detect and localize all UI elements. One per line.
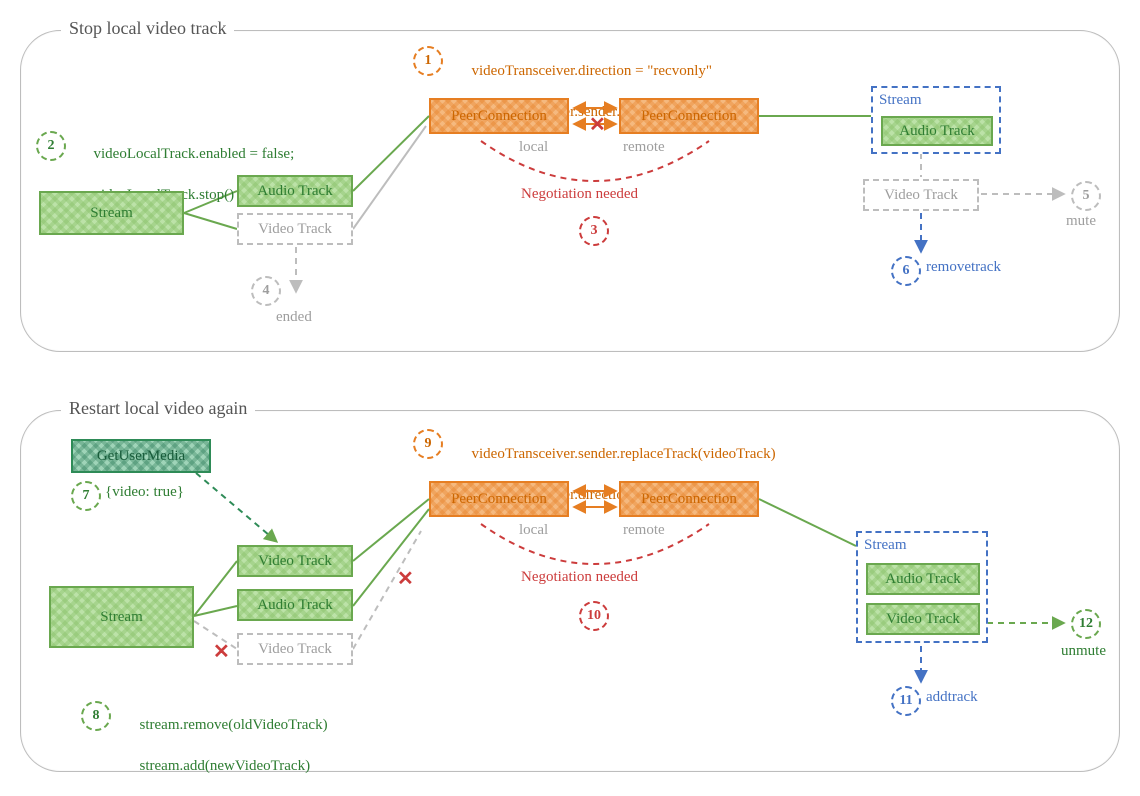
peer-connection-local: PeerConnection bbox=[429, 98, 569, 134]
step-12-label: unmute bbox=[1061, 643, 1106, 660]
pc-remote-sub-2: remote bbox=[623, 522, 665, 539]
step-6-label: removetrack bbox=[926, 259, 1001, 276]
step-5-badge: 5 bbox=[1071, 181, 1101, 211]
stream-left-2: Stream bbox=[49, 586, 194, 648]
x-remove-old: ✕ bbox=[213, 639, 230, 664]
pc-local-sub-2: local bbox=[519, 522, 548, 539]
x-old-pc-link: ✕ bbox=[397, 566, 414, 591]
step-10-badge: 10 bbox=[579, 601, 609, 631]
step-1-badge: 1 bbox=[413, 46, 443, 76]
step-6-badge: 6 bbox=[891, 256, 921, 286]
step-12-badge: 12 bbox=[1071, 609, 1101, 639]
remote-stream-label: Stream bbox=[879, 92, 922, 109]
video-track-new: Video Track bbox=[237, 545, 353, 577]
step-11-badge: 11 bbox=[891, 686, 921, 716]
peer-connection-remote-2: PeerConnection bbox=[619, 481, 759, 517]
step-7-badge: 7 bbox=[71, 481, 101, 511]
peer-connection-local-2: PeerConnection bbox=[429, 481, 569, 517]
panel-restart: Restart local video again GetUserMedia 7… bbox=[20, 410, 1120, 772]
remote-video-2: Video Track bbox=[866, 603, 980, 635]
step-3-badge: 3 bbox=[579, 216, 609, 246]
audio-track-left: Audio Track bbox=[237, 175, 353, 207]
get-user-media: GetUserMedia bbox=[71, 439, 211, 473]
step-4-label: ended bbox=[276, 309, 312, 326]
step-2-badge: 2 bbox=[36, 131, 66, 161]
remote-stream-box: Stream Audio Track bbox=[871, 86, 1001, 154]
step-9-badge: 9 bbox=[413, 429, 443, 459]
peer-connection-remote: PeerConnection bbox=[619, 98, 759, 134]
remote-video-track-gray: Video Track bbox=[863, 179, 979, 211]
panel-stop-title: Stop local video track bbox=[61, 18, 234, 39]
stream-left: Stream bbox=[39, 191, 184, 235]
step-7-label: {video: true} bbox=[105, 484, 184, 501]
x-icon: ✕ bbox=[589, 112, 606, 137]
panel-restart-title: Restart local video again bbox=[61, 398, 255, 419]
step-11-label: addtrack bbox=[926, 689, 978, 706]
negotiation-label: Negotiation needed bbox=[521, 186, 638, 203]
video-track-old: Video Track bbox=[237, 633, 353, 665]
audio-track-left-2: Audio Track bbox=[237, 589, 353, 621]
step-4-badge: 4 bbox=[251, 276, 281, 306]
panel-stop: Stop local video track 1 videoTransceive… bbox=[20, 30, 1120, 352]
remote-stream-label-2: Stream bbox=[864, 537, 907, 554]
remote-audio-2: Audio Track bbox=[866, 563, 980, 595]
video-track-left-gray: Video Track bbox=[237, 213, 353, 245]
remote-audio-track: Audio Track bbox=[881, 116, 993, 146]
pc-remote-sub: remote bbox=[623, 139, 665, 156]
step-8-badge: 8 bbox=[81, 701, 111, 731]
remote-stream-box-2: Stream Audio Track Video Track bbox=[856, 531, 988, 643]
pc-local-sub: local bbox=[519, 139, 548, 156]
negotiation-label-2: Negotiation needed bbox=[521, 569, 638, 586]
step-8-code: stream.remove(oldVideoTrack) stream.add(… bbox=[117, 695, 328, 796]
step-5-label: mute bbox=[1066, 213, 1096, 230]
